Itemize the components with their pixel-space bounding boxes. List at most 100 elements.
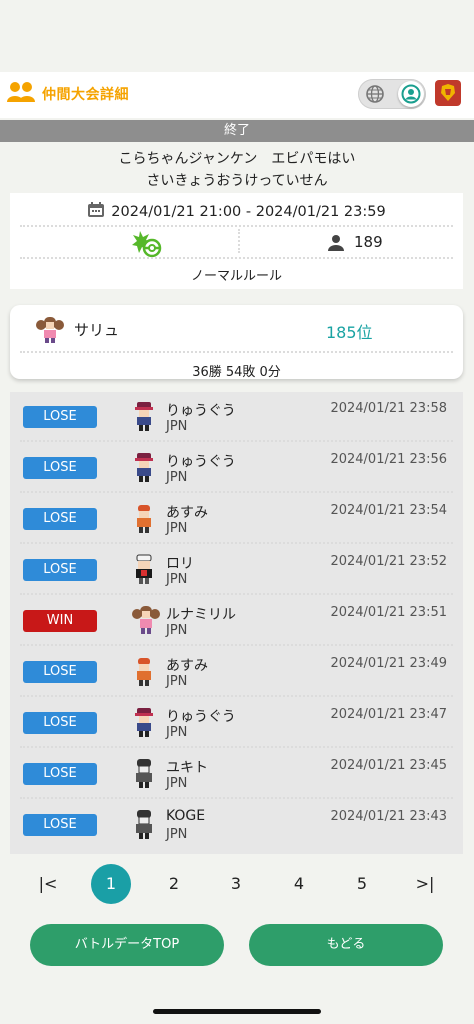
- opponent-country: JPN: [166, 776, 188, 791]
- result-badge: LOSE: [23, 406, 97, 428]
- opponent-country: JPN: [166, 521, 188, 536]
- player-summary-card: サリュ 185位 36勝 54敗 0分: [10, 305, 463, 380]
- trainer-sprite-icon: [132, 502, 156, 538]
- opponent-country: JPN: [166, 470, 188, 485]
- trainer-sprite-icon: [132, 706, 156, 742]
- opponent-name: ロリ: [166, 556, 194, 572]
- result-badge: LOSE: [23, 763, 97, 785]
- battle-time: 2024/01/21 23:51: [330, 605, 447, 620]
- player-record: 36勝 54敗 0分: [192, 365, 281, 380]
- emblem-icon[interactable]: [435, 80, 461, 106]
- status-badge: 終了: [0, 120, 474, 142]
- trainer-sprite-icon: [132, 757, 156, 793]
- battle-row[interactable]: LOSE ロリ JPN 2024/01/21 23:52: [10, 545, 463, 596]
- group-icon: [6, 80, 36, 108]
- competition-name-line2: さいきょうおうけっていせん: [146, 173, 328, 189]
- page-1-button[interactable]: 1: [91, 864, 131, 904]
- pagination: |< 1 2 3 4 5 >|: [0, 860, 474, 906]
- opponent-country: JPN: [166, 572, 188, 587]
- player-rank: 185位: [326, 323, 373, 342]
- divider: [20, 351, 453, 353]
- player-count-value: 189: [354, 233, 383, 251]
- opponent-name: あすみ: [166, 505, 208, 521]
- battle-row[interactable]: WIN ルナミリル JPN 2024/01/21 23:51: [10, 596, 463, 647]
- result-badge: LOSE: [23, 661, 97, 683]
- opponent-country: JPN: [166, 419, 188, 434]
- trainer-sprite-icon: [132, 451, 156, 487]
- divider: [20, 695, 453, 697]
- divider: [20, 746, 453, 748]
- player-count: 189: [328, 233, 383, 251]
- header-title-group: 仲間大会詳細: [6, 80, 129, 108]
- battle-row[interactable]: LOSE りゅうぐう JPN 2024/01/21 23:58: [10, 392, 463, 443]
- result-badge: LOSE: [23, 712, 97, 734]
- divider: [20, 542, 453, 544]
- competition-info-card: 2024/01/21 21:00 - 2024/01/21 23:59 189 …: [10, 193, 463, 289]
- battle-time: 2024/01/21 23:52: [330, 554, 447, 569]
- divider: [20, 225, 453, 227]
- view-toggle[interactable]: [358, 79, 426, 109]
- battle-row[interactable]: LOSE あすみ JPN 2024/01/21 23:54: [10, 494, 463, 545]
- battle-row[interactable]: LOSE KOGE JPN 2024/01/21 23:43: [10, 800, 463, 851]
- result-badge: LOSE: [23, 814, 97, 836]
- trainer-sprite-icon: [132, 808, 156, 844]
- battle-row[interactable]: LOSE りゅうぐう JPN 2024/01/21 23:47: [10, 698, 463, 749]
- divider-vertical: [238, 229, 240, 253]
- player-name: サリュ: [74, 321, 120, 339]
- player-avatar: [36, 315, 64, 349]
- opponent-name: りゅうぐう: [166, 403, 236, 419]
- page-3-button[interactable]: 3: [216, 864, 256, 904]
- battle-history-list: LOSE りゅうぐう JPN 2024/01/21 23:58 LOSE りゅう…: [10, 392, 463, 854]
- battle-data-top-button[interactable]: バトルデータTOP: [30, 924, 224, 966]
- result-badge: WIN: [23, 610, 97, 632]
- competition-name-line1: こらちゃんジャンケン エビパモはい: [118, 151, 356, 167]
- divider: [20, 797, 453, 799]
- calendar-icon: [87, 201, 105, 222]
- back-button[interactable]: もどる: [249, 924, 443, 966]
- opponent-country: JPN: [166, 623, 188, 638]
- battle-time: 2024/01/21 23:56: [330, 452, 447, 467]
- page-5-button[interactable]: 5: [342, 864, 382, 904]
- last-page-button[interactable]: >|: [405, 864, 445, 904]
- home-indicator[interactable]: [153, 1009, 321, 1014]
- result-badge: LOSE: [23, 559, 97, 581]
- trainer-sprite-icon: [132, 604, 160, 640]
- page-4-button[interactable]: 4: [279, 864, 319, 904]
- rule-label: ノーマルルール: [190, 269, 282, 284]
- opponent-country: JPN: [166, 827, 188, 842]
- profile-icon[interactable]: [398, 81, 424, 107]
- divider: [20, 257, 453, 259]
- date-range: 2024/01/21 21:00 - 2024/01/21 23:59: [111, 204, 386, 220]
- footer: バトルデータTOP もどる: [0, 906, 474, 1024]
- trainer-sprite-icon: [132, 655, 156, 691]
- opponent-name: KOGE: [166, 808, 206, 824]
- divider: [20, 593, 453, 595]
- battle-time: 2024/01/21 23:54: [330, 503, 447, 518]
- opponent-name: あすみ: [166, 658, 208, 674]
- competition-name: こらちゃんジャンケン エビパモはい さいきょうおうけっていせん: [0, 148, 474, 192]
- result-badge: LOSE: [23, 457, 97, 479]
- battle-row[interactable]: LOSE りゅうぐう JPN 2024/01/21 23:56: [10, 443, 463, 494]
- battle-time: 2024/01/21 23:45: [330, 758, 447, 773]
- battle-row[interactable]: LOSE あすみ JPN 2024/01/21 23:49: [10, 647, 463, 698]
- divider: [20, 440, 453, 442]
- date-range-row: 2024/01/21 21:00 - 2024/01/21 23:59: [10, 201, 463, 222]
- header-bar: 仲間大会詳細: [0, 72, 474, 118]
- first-page-button[interactable]: |<: [28, 864, 68, 904]
- battle-time: 2024/01/21 23:58: [330, 401, 447, 416]
- battle-time: 2024/01/21 23:47: [330, 707, 447, 722]
- result-badge: LOSE: [23, 508, 97, 530]
- opponent-name: ルナミリル: [166, 607, 236, 623]
- opponent-name: りゅうぐう: [166, 454, 236, 470]
- page-2-button[interactable]: 2: [154, 864, 194, 904]
- divider: [20, 491, 453, 493]
- battle-time: 2024/01/21 23:43: [330, 809, 447, 824]
- trainer-sprite-icon: [132, 400, 156, 436]
- person-icon: [328, 234, 344, 251]
- battle-time: 2024/01/21 23:49: [330, 656, 447, 671]
- opponent-name: りゅうぐう: [166, 709, 236, 725]
- globe-icon[interactable]: [365, 84, 385, 108]
- battle-row[interactable]: LOSE ユキト JPN 2024/01/21 23:45: [10, 749, 463, 800]
- opponent-country: JPN: [166, 674, 188, 689]
- divider: [20, 644, 453, 646]
